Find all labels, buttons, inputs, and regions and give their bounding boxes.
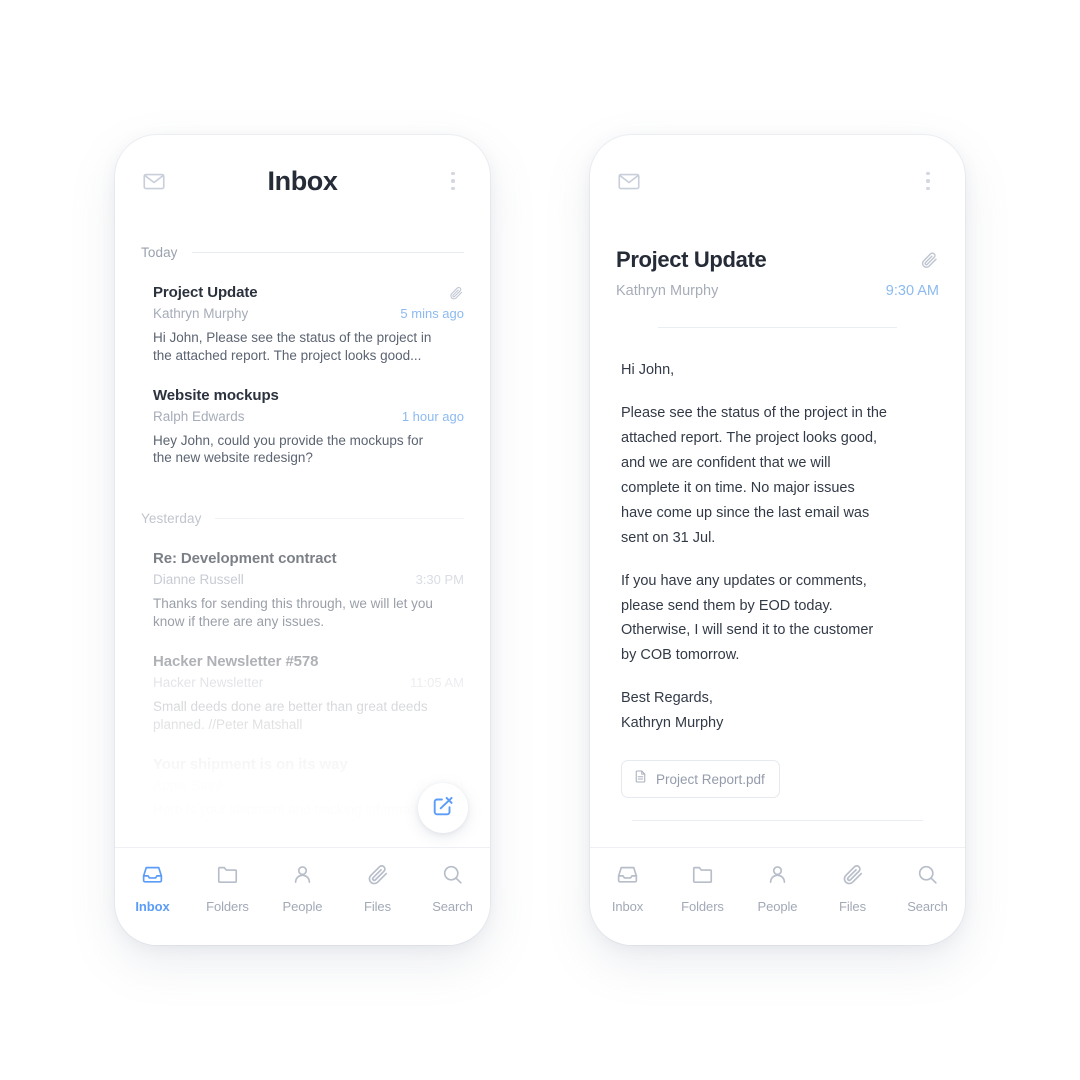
section-header-today: Today [141,245,464,260]
paperclip-icon [365,862,390,892]
mail-icon [141,168,167,194]
mail-sender: Apple Store [153,777,224,793]
paperclip-icon [840,862,865,892]
section-label: Yesterday [141,511,202,527]
list-item[interactable]: Your shipment is on its way Apple Store … [141,748,464,833]
inbox-list[interactable]: Today Project Update Kathryn Murphy 5 mi… [115,227,490,847]
nav-label: People [282,899,323,914]
mail-subject: Website mockups [153,386,279,404]
nav-label: Search [432,899,473,914]
nav-item-files[interactable]: Files [340,862,415,914]
nav-item-files[interactable]: Files [815,862,890,914]
mail-subject: Re: Development contract [153,550,337,568]
detail-phone-frame: Project Update Kathryn Murphy 9:30 AM Hi… [590,135,965,945]
mail-timestamp: 5 mins ago [400,306,464,321]
email-subject: Project Update [616,247,767,272]
mail-icon[interactable] [616,168,642,194]
nav-item-inbox[interactable]: Inbox [115,862,190,914]
document-icon [633,769,648,789]
section-label: Today [141,245,178,260]
attachment-name: Project Report.pdf [656,771,765,787]
email-sender: Kathryn Murphy [616,283,719,299]
attachment-chip[interactable]: Project Report.pdf [621,760,780,799]
detail-bottom-nav: Inbox Folders People Files Search [590,847,965,945]
nav-label: Folders [206,899,249,914]
nav-item-folders[interactable]: Folders [190,862,265,914]
person-icon [765,862,790,892]
mail-timestamp: 3:30 PM [415,572,464,588]
nav-item-folders[interactable]: Folders [665,862,740,914]
inbox-bottom-nav: Inbox Folders People Files Search [115,847,490,945]
mail-sender: Ralph Edwards [153,408,245,424]
email-greeting: Hi John, [621,362,675,378]
email-detail: Project Update Kathryn Murphy 9:30 AM Hi… [590,227,965,799]
inbox-appbar: Inbox [115,135,490,227]
folder-icon [690,862,715,892]
mail-timestamp: 1 hour ago [401,408,464,424]
inbox-icon [615,862,640,892]
mail-preview: Small deeds done are better than great d… [153,698,428,732]
paperclip-icon[interactable] [919,250,939,270]
nav-label: People [757,899,798,914]
email-body: Hi John, Please see the status of the pr… [616,328,939,799]
folder-icon [215,862,240,892]
list-item[interactable]: Website mockups Ralph Edwards 1 hour ago… [141,379,464,482]
section-divider [191,252,464,253]
nav-item-people[interactable]: People [265,862,340,914]
email-signoff: Best Regards, Kathryn Murphy [621,690,724,732]
person-icon [290,862,315,892]
mail-subject: Your shipment is on its way [153,755,348,773]
nav-label: Files [364,899,391,914]
mail-preview: Hi John, Please see the status of the pr… [153,330,432,363]
mail-sender: Dianne Russell [153,572,244,588]
mail-timestamp: 11:05 AM [410,674,464,690]
search-icon [915,862,940,892]
mail-sender: Kathryn Murphy [153,306,249,321]
paperclip-icon [448,285,464,301]
list-item[interactable]: Project Update Kathryn Murphy 5 mins ago… [141,276,464,379]
list-item[interactable]: Hacker Newsletter #578 Hacker Newsletter… [141,645,464,748]
inbox-phone-frame: Inbox Today Project Update Kathryn Murph… [115,135,490,945]
nav-label: Files [839,899,866,914]
mail-preview: Hey John, could you provide the mockups … [153,432,424,466]
compose-button[interactable] [418,783,468,833]
nav-label: Inbox [611,899,644,914]
email-header: Project Update Kathryn Murphy 9:30 AM [616,227,939,299]
screenshot-canvas: Inbox Today Project Update Kathryn Murph… [0,0,1080,1080]
mail-preview: Thanks for sending this through, we will… [153,596,433,630]
page-title: Inbox [267,165,338,196]
list-item[interactable]: Re: Development contract Dianne Russell … [141,542,464,645]
mail-subject: Hacker Newsletter #578 [153,652,319,670]
nav-item-inbox[interactable]: Inbox [590,862,665,914]
email-paragraph-2: If you have any updates or comments, ple… [621,572,874,664]
section-header-yesterday: Yesterday [141,511,464,526]
nav-label: Inbox [135,899,170,914]
mail-subject: Project Update [153,284,258,301]
search-icon [440,862,465,892]
email-timestamp: 9:30 AM [885,283,939,299]
compose-icon [431,794,455,823]
nav-label: Search [907,899,948,914]
kebab-menu-icon[interactable] [442,168,464,194]
nav-item-search[interactable]: Search [890,862,965,914]
mail-preview: Here is your shipment and tracking infor… [153,801,433,817]
email-paragraph-1: Please see the status of the project in … [621,404,887,546]
inbox-icon [140,862,165,892]
detail-appbar [590,135,965,227]
section-divider [215,518,464,520]
nav-item-people[interactable]: People [740,862,815,914]
nav-label: Folders [681,899,724,914]
nav-item-search[interactable]: Search [415,862,490,914]
mail-sender: Hacker Newsletter [153,674,264,690]
kebab-menu-icon[interactable] [917,168,939,194]
